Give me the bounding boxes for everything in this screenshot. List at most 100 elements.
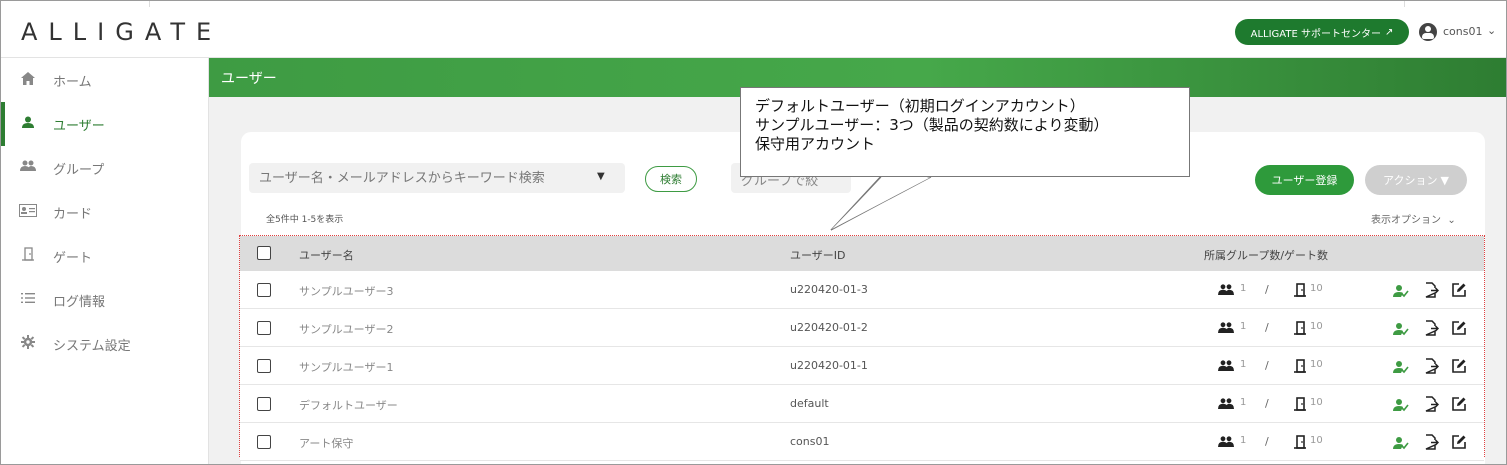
caret-down-icon: ▼ <box>1440 173 1449 187</box>
separator: / <box>1265 283 1269 296</box>
gate-count: 10 <box>1310 397 1323 408</box>
edit-icon[interactable] <box>1451 358 1467 374</box>
dropdown-arrow-icon[interactable]: ▼ <box>597 171 605 182</box>
user-check-icon[interactable] <box>1393 283 1409 299</box>
export-icon[interactable] <box>1423 396 1440 412</box>
list-icon <box>18 292 38 308</box>
edit-icon[interactable] <box>1451 396 1467 412</box>
group-count: 1 <box>1240 283 1247 294</box>
separator: / <box>1265 359 1269 372</box>
username[interactable]: cons01 <box>1443 25 1482 38</box>
user-check-icon[interactable] <box>1393 321 1409 337</box>
user-id: u220420-01-1 <box>790 359 868 372</box>
user-table: ユーザー名 ユーザーID 所属グループ数/ゲート数 サンプルユーザー3 u2204… <box>239 235 1485 461</box>
table-row[interactable]: デフォルトユーザー default 1 / 10 <box>240 385 1484 423</box>
user-name[interactable]: サンプルユーザー2 <box>299 321 393 337</box>
gate-icon <box>1294 282 1306 297</box>
action-button[interactable]: アクション ▼ <box>1365 165 1467 195</box>
user-name[interactable]: デフォルトユーザー <box>299 397 398 413</box>
gear-icon <box>18 335 38 353</box>
column-header-name[interactable]: ユーザー名 <box>299 247 354 263</box>
export-icon[interactable] <box>1423 434 1440 450</box>
sidebar-item-label: ホーム <box>53 74 92 90</box>
support-center-label: ALLIGATE サポートセンター <box>1250 28 1381 40</box>
search-button[interactable]: 検索 <box>645 166 697 192</box>
user-name[interactable]: サンプルユーザー3 <box>299 283 393 299</box>
sidebar-item-home[interactable]: ホーム <box>1 58 208 102</box>
row-checkbox[interactable] <box>257 321 271 335</box>
sidebar-item-settings[interactable]: システム設定 <box>1 322 208 366</box>
view-options-label: 表示オプション <box>1371 215 1441 226</box>
callout-note: デフォルトユーザー（初期ログインアカウント） サンプルユーザー：3つ（製品の契約… <box>740 87 1190 177</box>
group-count: 1 <box>1240 397 1247 408</box>
view-options-toggle[interactable]: 表示オプション ⌄ <box>1371 211 1456 226</box>
export-icon[interactable] <box>1423 358 1440 374</box>
group-icon <box>1218 284 1234 298</box>
chevron-down-icon[interactable]: ⌄ <box>1487 24 1496 37</box>
sidebar-item-label: ゲート <box>53 250 93 266</box>
gate-icon <box>1294 320 1306 335</box>
sidebar-item-label: ログ情報 <box>53 294 106 310</box>
separator: / <box>1265 435 1269 448</box>
gate-count: 10 <box>1310 435 1323 446</box>
edit-icon[interactable] <box>1451 434 1467 450</box>
group-icon <box>1218 322 1234 336</box>
sidebar-item-gates[interactable]: ゲート <box>1 234 208 278</box>
sidebar-item-cards[interactable]: カード <box>1 190 208 234</box>
edit-icon[interactable] <box>1451 282 1467 298</box>
search-input[interactable] <box>249 163 625 193</box>
row-checkbox[interactable] <box>257 359 271 373</box>
table-row[interactable]: サンプルユーザー3 u220420-01-3 1 / 10 <box>240 271 1484 309</box>
user-id: u220420-01-2 <box>790 321 868 334</box>
sidebar-item-label: グループ <box>53 162 105 178</box>
table-row[interactable]: サンプルユーザー2 u220420-01-2 1 / 10 <box>240 309 1484 347</box>
group-icon <box>1218 436 1234 450</box>
avatar[interactable] <box>1419 23 1437 41</box>
app-window: ALLIGATE ALLIGATE サポートセンター ↗ cons01 ⌄ ホー… <box>0 0 1507 465</box>
separator: / <box>1265 397 1269 410</box>
callout-line: 保守用アカウント <box>755 135 876 153</box>
sidebar-item-logs[interactable]: ログ情報 <box>1 278 208 322</box>
export-icon[interactable] <box>1423 320 1440 336</box>
export-icon[interactable] <box>1423 282 1440 298</box>
row-checkbox[interactable] <box>257 397 271 411</box>
table-row[interactable]: サンプルユーザー1 u220420-01-1 1 / 10 <box>240 347 1484 385</box>
group-count: 1 <box>1240 321 1247 332</box>
register-user-button[interactable]: ユーザー登録 <box>1255 165 1354 195</box>
user-check-icon[interactable] <box>1393 435 1409 451</box>
gate-count: 10 <box>1310 359 1323 370</box>
user-name[interactable]: アート保守 <box>299 435 353 451</box>
table-row[interactable]: アート保守 cons01 1 / 10 <box>240 423 1484 461</box>
page-title: ユーザー <box>221 71 277 87</box>
chevron-down-icon: ⌄ <box>1444 215 1456 226</box>
sidebar: ホーム ユーザー グループ カード ゲート ログ情報 システム設定 <box>1 58 209 464</box>
home-icon <box>18 71 38 89</box>
edit-icon[interactable] <box>1451 320 1467 336</box>
support-center-button[interactable]: ALLIGATE サポートセンター ↗ <box>1235 19 1409 45</box>
callout-line: サンプルユーザー：3つ（製品の契約数により変動） <box>755 116 1109 134</box>
user-icon <box>18 116 38 132</box>
sidebar-item-label: カード <box>53 206 93 222</box>
row-checkbox[interactable] <box>257 283 271 297</box>
gate-count: 10 <box>1310 283 1323 294</box>
group-icon <box>1218 398 1234 412</box>
action-button-label: アクション <box>1383 174 1438 187</box>
user-id: cons01 <box>790 435 830 448</box>
divider <box>149 1 150 7</box>
user-check-icon[interactable] <box>1393 397 1409 413</box>
group-icon <box>1218 360 1234 374</box>
select-all-checkbox[interactable] <box>257 246 271 260</box>
sidebar-item-groups[interactable]: グループ <box>1 146 208 190</box>
top-bar: ALLIGATE ALLIGATE サポートセンター ↗ cons01 ⌄ <box>1 1 1506 58</box>
card-icon <box>18 203 38 221</box>
sidebar-item-label: ユーザー <box>53 118 105 134</box>
sidebar-item-users[interactable]: ユーザー <box>1 102 208 146</box>
user-name[interactable]: サンプルユーザー1 <box>299 359 393 375</box>
column-header-groups: 所属グループ数/ゲート数 <box>1204 249 1329 262</box>
gate-icon <box>1294 396 1306 411</box>
column-header-uid[interactable]: ユーザーID <box>790 247 846 263</box>
user-check-icon[interactable] <box>1393 359 1409 375</box>
row-checkbox[interactable] <box>257 435 271 449</box>
user-id: default <box>790 397 829 410</box>
gate-count: 10 <box>1310 321 1323 332</box>
